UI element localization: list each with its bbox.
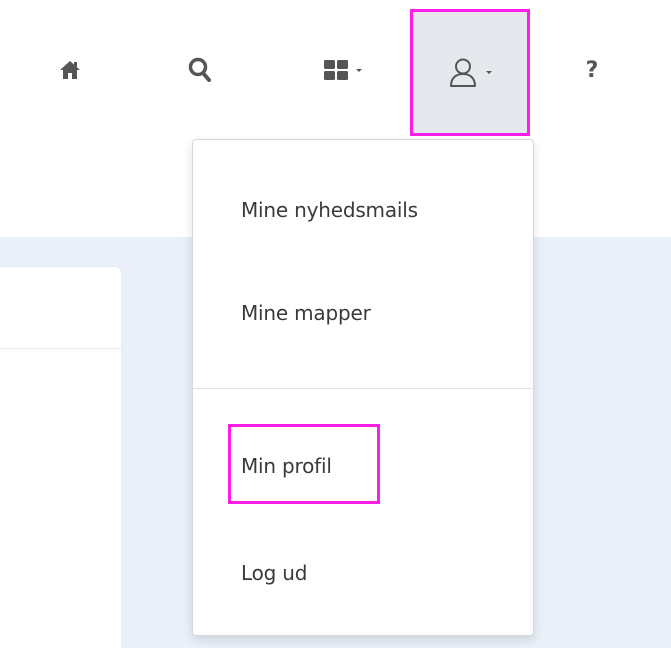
chevron-down-icon [356,68,362,72]
user-menu-button[interactable] [410,9,530,136]
menu-item-newsletters[interactable]: Mine nyhedsmails [241,198,418,222]
home-button[interactable] [48,40,92,100]
card-divider [0,348,121,349]
menu-item-folders[interactable]: Mine mapper [241,301,371,325]
menu-item-logout[interactable]: Log ud [241,561,307,585]
menu-divider [193,388,533,389]
help-button[interactable]: ? [572,40,612,100]
apps-menu-button[interactable] [308,40,378,100]
search-button[interactable] [178,40,222,100]
user-dropdown-menu: Mine nyhedsmails Mine mapper Min profil … [192,139,534,636]
user-icon [450,58,476,87]
chevron-down-icon [486,71,492,74]
grid-icon [324,60,348,80]
help-icon: ? [585,57,599,83]
menu-item-profile[interactable]: Min profil [241,454,332,478]
home-icon [60,61,80,79]
content-card [0,267,121,648]
search-icon [188,57,211,82]
